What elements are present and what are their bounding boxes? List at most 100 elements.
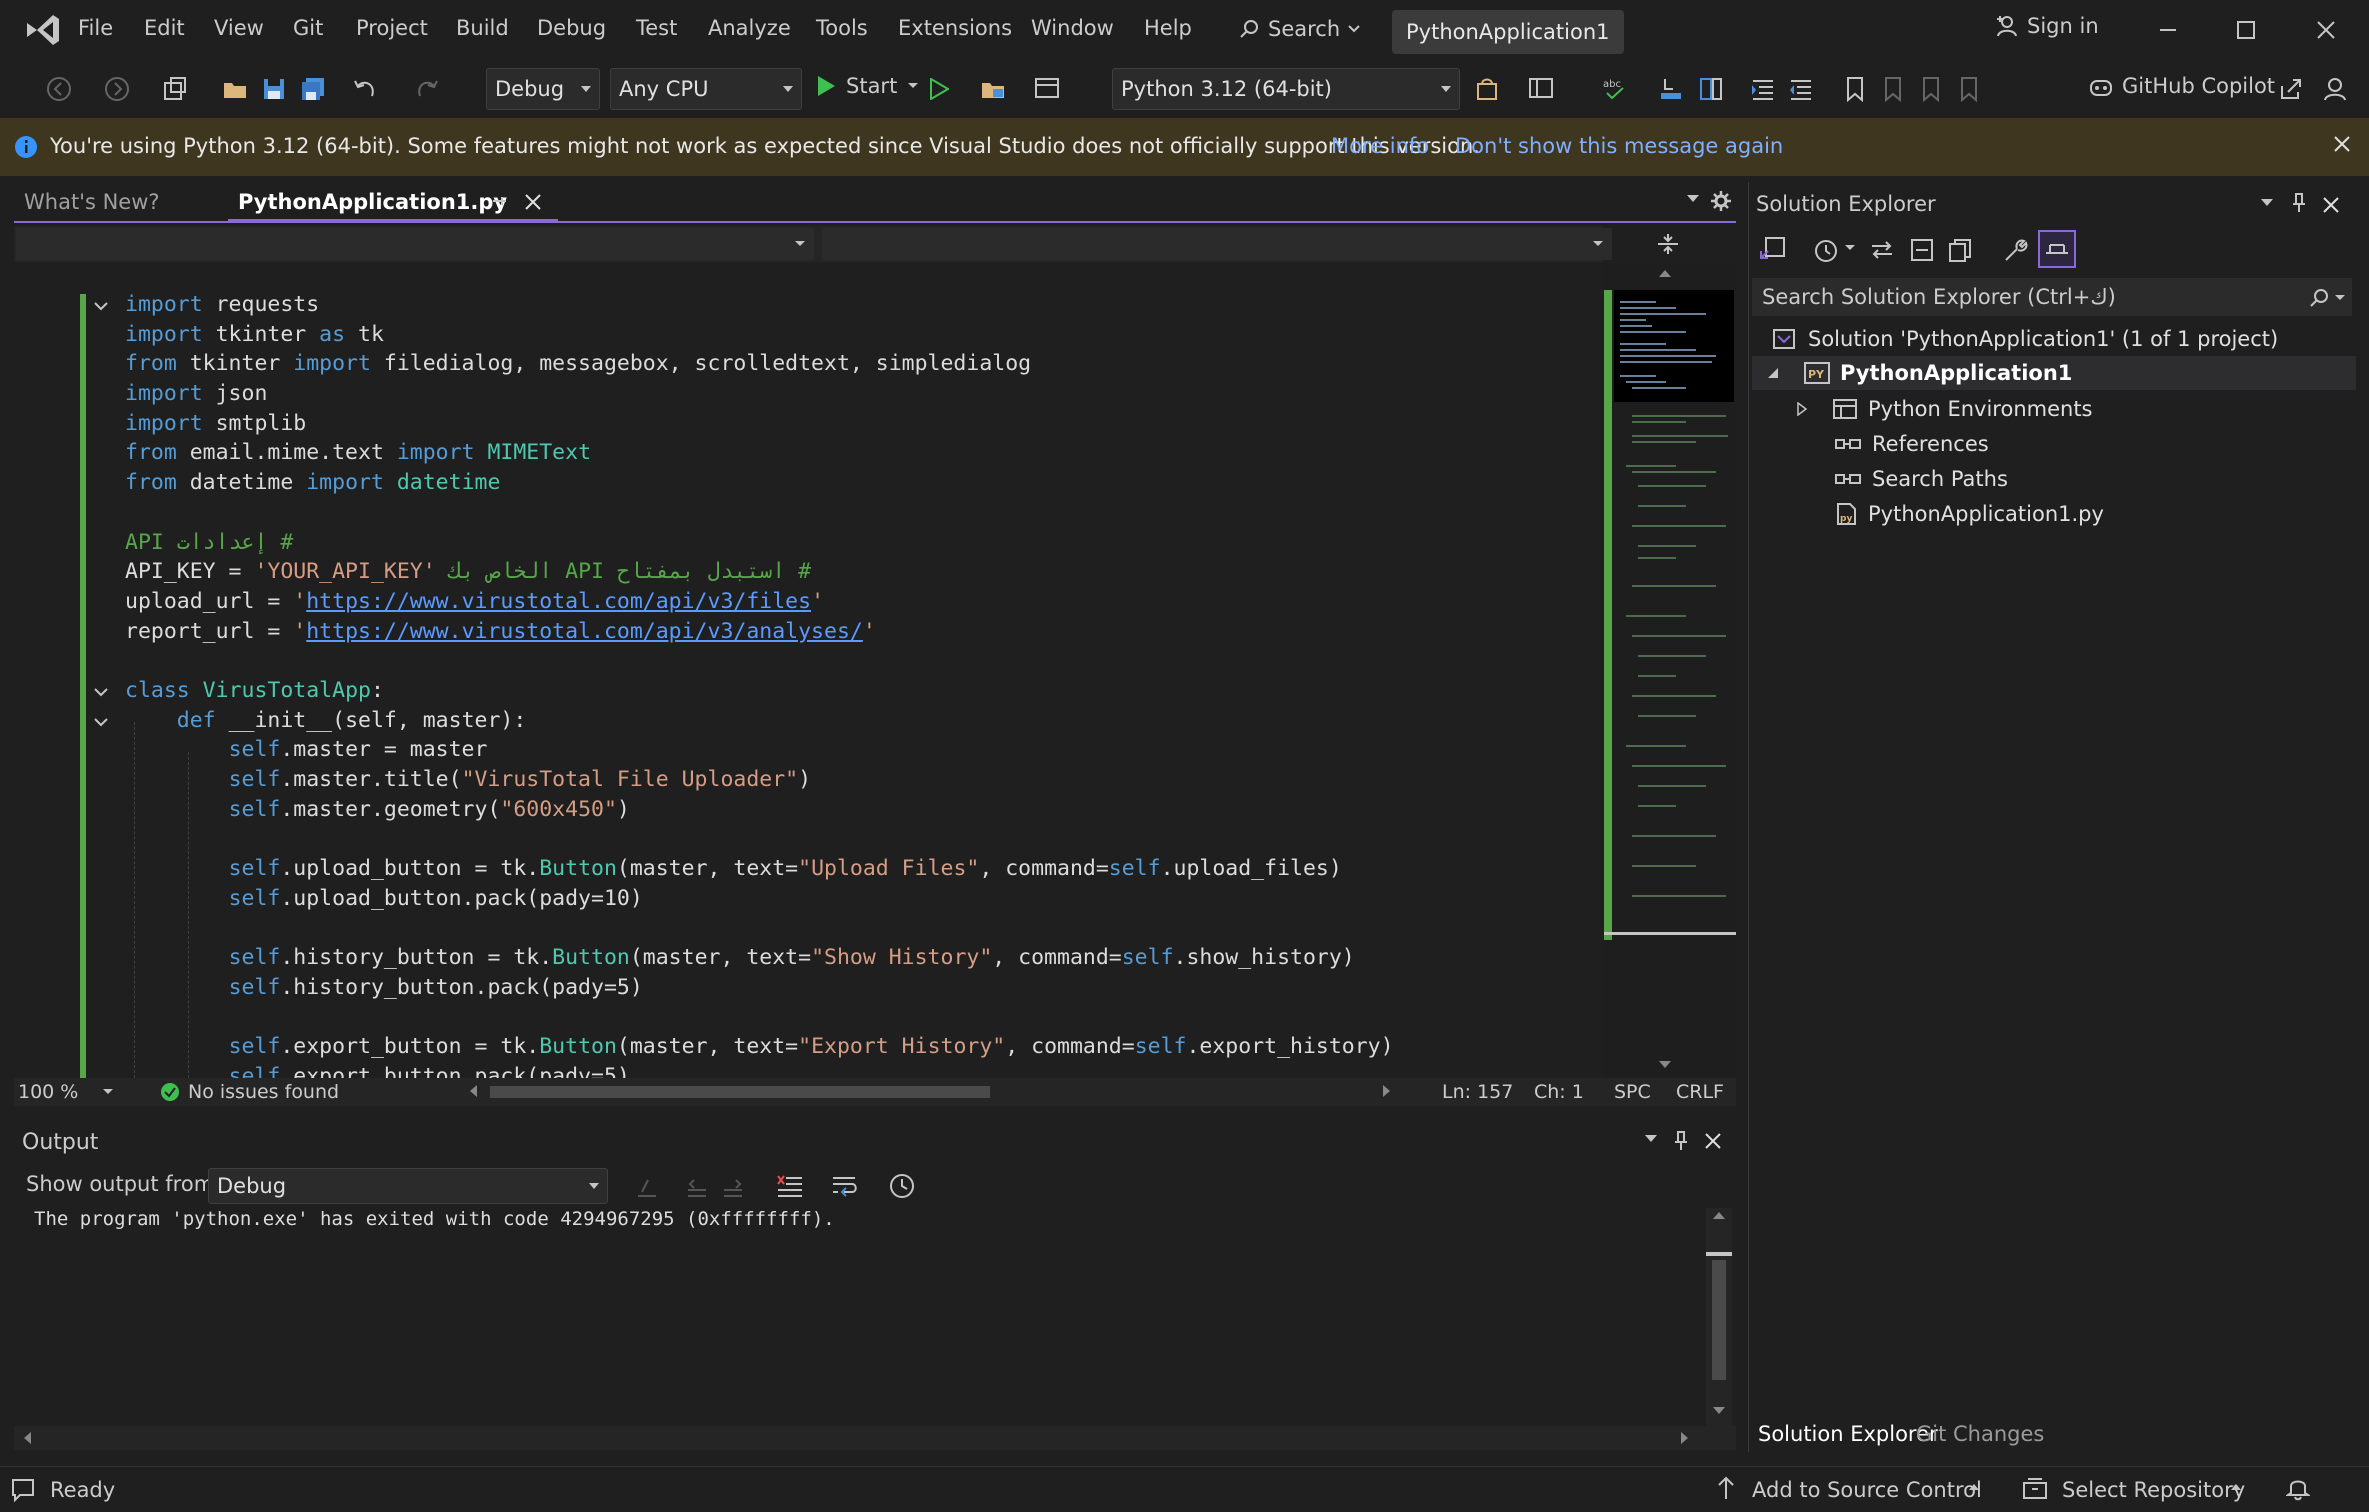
horizontal-scrollbar-thumb[interactable]	[490, 1086, 990, 1098]
clear-all-icon[interactable]	[776, 1172, 804, 1200]
pin-icon[interactable]	[2290, 192, 2308, 214]
clock-icon[interactable]	[888, 1172, 916, 1200]
menu-build[interactable]: Build	[456, 16, 509, 40]
next-bookmark-icon[interactable]	[1914, 72, 1948, 106]
show-all-files-icon[interactable]	[1946, 236, 1974, 264]
column-number[interactable]: Ch: 1	[1534, 1081, 1584, 1103]
indent-icon[interactable]	[1746, 72, 1780, 106]
collapse-icon[interactable]	[92, 683, 110, 701]
line-ending[interactable]: CRLF	[1676, 1081, 1724, 1103]
word-wrap-icon[interactable]	[830, 1172, 858, 1200]
search-icon[interactable]	[2308, 287, 2330, 309]
menu-test[interactable]: Test	[636, 16, 677, 40]
tree-item-search-paths[interactable]: Search Paths	[1834, 462, 2008, 496]
menu-debug[interactable]: Debug	[537, 16, 606, 40]
pin-icon[interactable]	[490, 192, 508, 210]
properties-wrench-icon[interactable]	[2002, 236, 2030, 264]
menu-git[interactable]: Git	[293, 16, 323, 40]
scroll-down-icon[interactable]	[1712, 1406, 1726, 1416]
whitespace-mode[interactable]: SPC	[1614, 1081, 1651, 1103]
chevron-down-icon[interactable]	[102, 1088, 114, 1096]
scroll-right-icon[interactable]	[1680, 1431, 1690, 1445]
step-into-icon[interactable]	[1654, 72, 1688, 106]
menu-analyze[interactable]: Analyze	[708, 16, 791, 40]
new-project-icon[interactable]	[158, 72, 192, 106]
menu-extensions[interactable]: Extensions	[898, 16, 1012, 40]
scroll-down-icon[interactable]	[1658, 1060, 1672, 1070]
undo-icon[interactable]	[348, 72, 382, 106]
tree-item-solution[interactable]: Solution 'PythonApplication1' (1 of 1 pr…	[1772, 322, 2278, 356]
split-window-icon[interactable]	[1656, 232, 1680, 256]
scroll-left-icon[interactable]	[468, 1084, 478, 1098]
start-without-debugging-icon[interactable]	[922, 72, 956, 106]
issues-indicator[interactable]: No issues found	[188, 1081, 339, 1103]
chevron-up-icon[interactable]	[1968, 1483, 1980, 1491]
close-window-button[interactable]	[2306, 12, 2346, 48]
save-icon[interactable]	[257, 72, 291, 106]
package-icon[interactable]	[1470, 72, 1504, 106]
close-icon[interactable]	[524, 193, 542, 211]
spell-check-icon[interactable]: abc	[1598, 72, 1632, 106]
start-debugging-button[interactable]: Start	[816, 74, 919, 98]
output-source-dropdown[interactable]: Debug	[208, 1168, 608, 1204]
scroll-left-icon[interactable]	[22, 1431, 32, 1445]
switch-views-icon[interactable]	[1758, 234, 1788, 264]
chevron-down-icon[interactable]	[1644, 1134, 1658, 1144]
preview-selected-items-button[interactable]	[2038, 230, 2076, 268]
menu-help[interactable]: Help	[1144, 16, 1192, 40]
collapse-all-icon[interactable]	[1908, 236, 1936, 264]
minimize-button[interactable]	[2148, 12, 2188, 48]
tree-item-references[interactable]: References	[1834, 427, 1989, 461]
window-layout-icon[interactable]	[1524, 72, 1558, 106]
maximize-button[interactable]	[2226, 12, 2266, 48]
scrollbar-thumb[interactable]	[1712, 1260, 1726, 1380]
open-folder-icon[interactable]	[218, 72, 252, 106]
open-in-explorer-icon[interactable]	[976, 72, 1010, 106]
python-environment-dropdown[interactable]: Python 3.12 (64-bit)	[1112, 68, 1460, 110]
tab-solution-explorer[interactable]: Solution Explorer	[1758, 1422, 1938, 1446]
chevron-down-icon[interactable]	[2334, 294, 2346, 302]
share-icon[interactable]	[2274, 72, 2308, 106]
menu-tools[interactable]: Tools	[816, 16, 868, 40]
notifications-bell-icon[interactable]	[2286, 1475, 2310, 1501]
scroll-up-icon[interactable]	[1712, 1210, 1726, 1220]
close-icon[interactable]	[2322, 196, 2340, 214]
pin-icon[interactable]	[1672, 1130, 1690, 1152]
close-icon[interactable]	[1704, 1132, 1722, 1150]
navigate-forward-icon[interactable]	[100, 72, 134, 106]
select-repository-button[interactable]: Select Repository	[2062, 1478, 2245, 1502]
tree-item-python-environments[interactable]: Python Environments	[1796, 392, 2093, 426]
tree-item-python-file[interactable]: py PythonApplication1.py	[1834, 497, 2104, 531]
compare-icon[interactable]	[1694, 72, 1728, 106]
platform-dropdown[interactable]: Any CPU	[610, 68, 802, 110]
scroll-right-icon[interactable]	[1382, 1084, 1392, 1098]
save-all-icon[interactable]	[296, 72, 330, 106]
gear-icon[interactable]	[1710, 190, 1732, 212]
output-window-icon[interactable]	[10, 1477, 36, 1503]
feedback-icon[interactable]	[2318, 72, 2352, 106]
navigate-back-icon[interactable]	[42, 72, 76, 106]
sync-with-active-document-icon[interactable]	[1868, 236, 1896, 264]
configuration-dropdown[interactable]: Debug	[486, 68, 600, 110]
close-icon[interactable]	[2332, 134, 2352, 154]
output-text-area[interactable]	[14, 1204, 1736, 1452]
tree-item-project[interactable]: PY PythonApplication1	[1766, 356, 2072, 390]
output-horizontal-scrollbar[interactable]	[14, 1426, 1736, 1450]
zoom-level[interactable]: 100 %	[18, 1081, 78, 1103]
global-search[interactable]: Search	[1238, 12, 1360, 46]
tab-pythonapplication1-py[interactable]: PythonApplication1.py	[228, 182, 558, 222]
menu-view[interactable]: View	[214, 16, 264, 40]
menu-window[interactable]: Window	[1031, 16, 1114, 40]
chevron-down-icon[interactable]	[1686, 194, 1700, 204]
github-copilot-button[interactable]: GitHub Copilot	[2088, 74, 2275, 98]
tab-whats-new[interactable]: What's New?	[14, 182, 170, 222]
chevron-down-icon[interactable]	[1844, 244, 1856, 252]
bookmark-icon[interactable]	[1838, 72, 1872, 106]
chevron-up-icon[interactable]	[2230, 1483, 2242, 1491]
scroll-up-icon[interactable]	[1658, 268, 1672, 278]
output-vertical-scrollbar[interactable]	[1706, 1208, 1732, 1428]
menu-file[interactable]: File	[78, 16, 113, 40]
collapse-icon[interactable]	[92, 297, 110, 315]
next-message-icon[interactable]	[720, 1174, 746, 1200]
redo-icon[interactable]	[410, 72, 444, 106]
